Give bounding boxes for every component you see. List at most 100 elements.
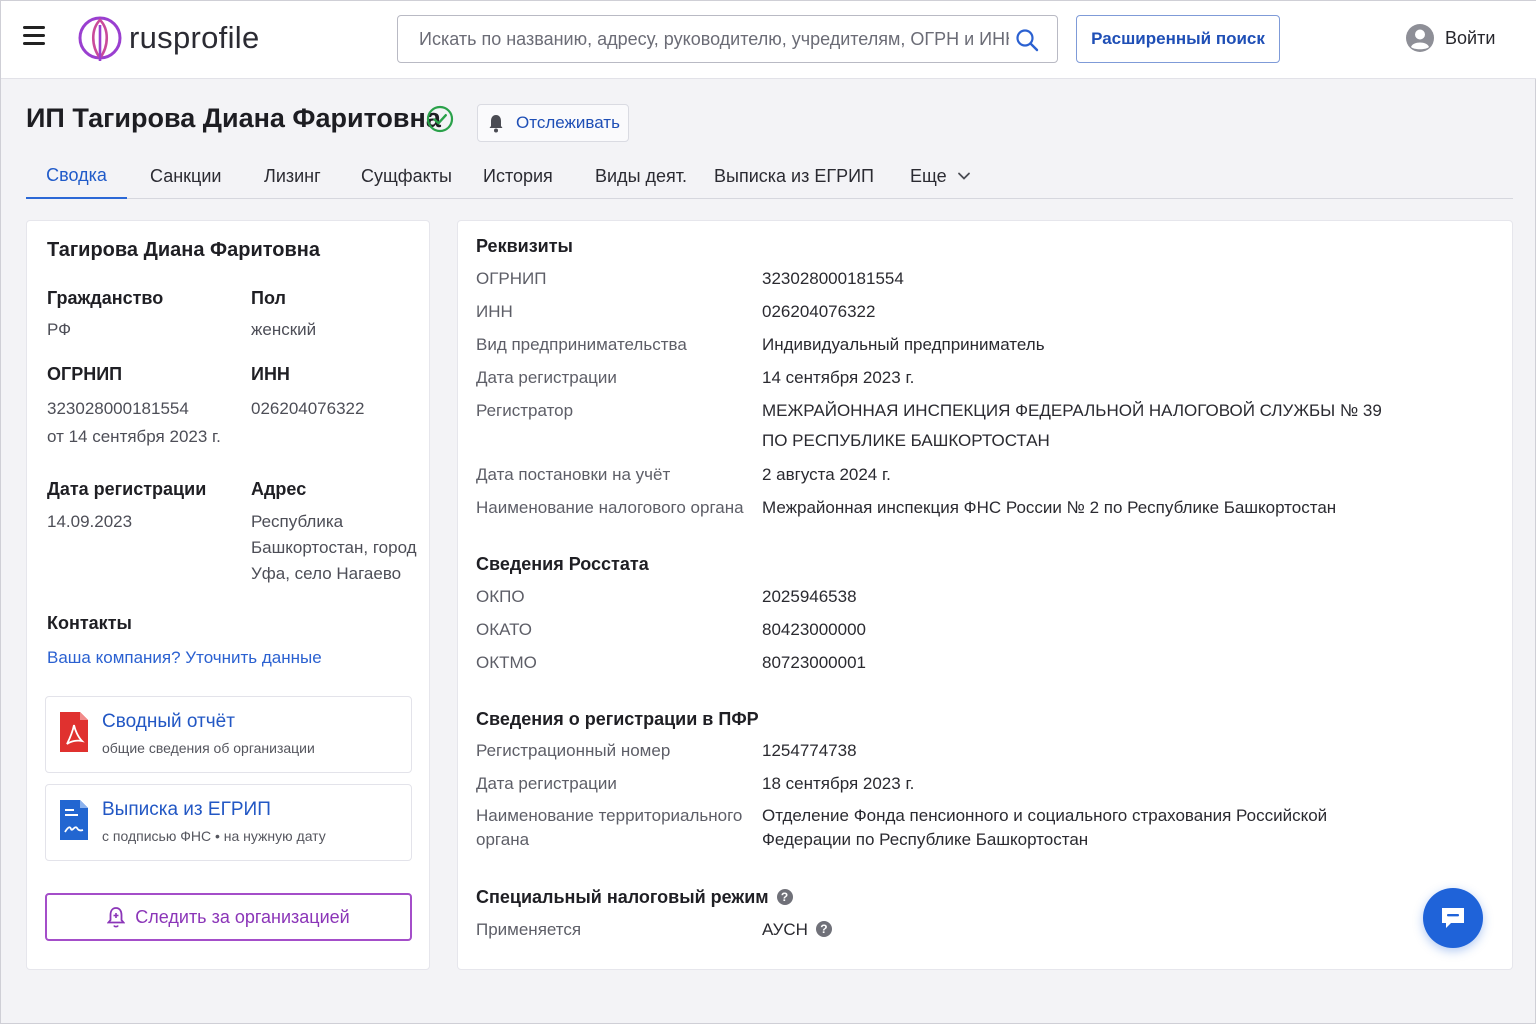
rosstat-value: 2025946538: [762, 587, 857, 606]
reg-date-value: 14.09.2023: [47, 512, 133, 531]
tax-regime-key: Применяется: [476, 920, 582, 939]
follow-organization-button[interactable]: Следить за организацией: [45, 893, 412, 941]
contacts-label: Контакты: [47, 613, 132, 633]
rosstat-key: ОКТМО: [476, 653, 537, 672]
user-avatar-icon: [1406, 24, 1434, 52]
tax-regime-value-row: АУСН?: [762, 920, 832, 940]
login-label: Войти: [1445, 27, 1496, 48]
chevron-down-icon: [957, 172, 970, 180]
rosstat-title: Сведения Росстата: [476, 554, 649, 574]
requisite-key: Дата регистрации: [476, 368, 617, 387]
address-line: Уфа, село Нагаево: [251, 564, 402, 583]
ogrnip-date: от 14 сентября 2023 г.: [47, 427, 221, 446]
gender-value: женский: [251, 320, 317, 339]
reg-date-label: Дата регистрации: [47, 479, 207, 499]
tax-regime-row: Специальный налоговый режим?: [476, 887, 793, 908]
egrip-extract-title: Выписка из ЕГРИП: [102, 799, 271, 820]
requisite-key: Наименование налогового органа: [476, 498, 744, 517]
pfr-key: Наименование территориального: [476, 806, 743, 825]
requisite-value: 026204076322: [762, 302, 876, 321]
address-line: Башкортостан, город: [251, 538, 417, 557]
tab-activities[interactable]: Виды деят.: [595, 153, 687, 199]
requisite-value: ПО РЕСПУБЛИКЕ БАШКОРТОСТАН: [762, 431, 1050, 450]
pfr-value: 1254774738: [762, 741, 857, 760]
rosstat-key: ОКАТО: [476, 620, 532, 639]
page-title: ИП Тагирова Диана Фаритовна: [26, 103, 441, 133]
help-icon[interactable]: ?: [815, 921, 832, 937]
pfr-value: Отделение Фонда пенсионного и социальног…: [762, 806, 1328, 825]
pfr-key: Дата регистрации: [476, 774, 617, 793]
address-label: Адрес: [251, 479, 307, 499]
track-label: Отслеживать: [516, 113, 620, 132]
rosstat-value: 80723000001: [762, 653, 867, 672]
tab-history[interactable]: История: [483, 153, 553, 199]
pdf-file-icon: [60, 712, 88, 752]
inn-value: 026204076322: [251, 399, 365, 418]
logo[interactable]: rusprofile: [77, 13, 260, 63]
details-card: Реквизиты ОГРНИП 323028000181554 ИНН 026…: [457, 220, 1513, 970]
summary-report-subtitle: общие сведения об организации: [102, 740, 315, 756]
bell-plus-icon: [107, 907, 126, 928]
citizenship-label: Гражданство: [47, 288, 164, 308]
requisite-value: МЕЖРАЙОННАЯ ИНСПЕКЦИЯ ФЕДЕРАЛЬНОЙ НАЛОГО…: [762, 401, 1382, 420]
tax-regime-title: Специальный налоговый режим: [476, 887, 769, 907]
ogrnip-label: ОГРНИП: [47, 364, 123, 384]
ogrnip-value: 323028000181554: [47, 399, 189, 418]
address-line: Республика: [251, 512, 344, 531]
chat-button[interactable]: [1423, 888, 1483, 948]
owner-name: Тагирова Диана Фаритовна: [47, 239, 320, 261]
follow-organization-label: Следить за организацией: [135, 906, 350, 927]
search-icon[interactable]: [1015, 28, 1039, 52]
tax-regime-value: АУСН: [762, 920, 808, 939]
gender-label: Пол: [251, 288, 286, 308]
requisite-value: Межрайонная инспекция ФНС России № 2 по …: [762, 498, 1337, 517]
tab-leasing[interactable]: Лизинг: [264, 153, 321, 199]
requisite-key: Регистратор: [476, 401, 574, 420]
inn-label: ИНН: [251, 364, 290, 384]
tab-material-facts[interactable]: Сущфакты: [361, 153, 452, 199]
document-file-icon: [60, 800, 88, 840]
logo-icon: [78, 16, 122, 61]
pfr-key: органа: [476, 830, 530, 849]
requisite-key: Вид предпринимательства: [476, 335, 687, 354]
tab-bar: Сводка Санкции Лизинг Сущфакты История В…: [26, 153, 1513, 199]
requisite-value: Индивидуальный предприниматель: [762, 335, 1045, 354]
summary-report-card[interactable]: Сводный отчёт общие сведения об организа…: [45, 696, 412, 773]
help-icon[interactable]: ?: [776, 889, 793, 905]
rosstat-key: ОКПО: [476, 587, 525, 606]
search-input[interactable]: [419, 28, 1009, 50]
logo-text: rusprofile: [129, 20, 260, 55]
egrip-extract-subtitle: с подписью ФНС • на нужную дату: [102, 828, 326, 844]
citizenship-value: РФ: [47, 320, 72, 339]
tab-sanctions[interactable]: Санкции: [150, 153, 221, 199]
egrip-extract-card[interactable]: Выписка из ЕГРИП с подписью ФНС • на нуж…: [45, 784, 412, 861]
search-box: [397, 15, 1058, 63]
pfr-value: Федерации по Республике Башкортостан: [762, 830, 1089, 849]
advanced-search-button[interactable]: Расширенный поиск: [1076, 15, 1280, 63]
bell-icon: [489, 115, 503, 133]
clarify-data-link[interactable]: Ваша компания? Уточнить данные: [47, 648, 322, 668]
summary-card: Тагирова Диана Фаритовна Гражданство РФ …: [26, 220, 430, 970]
requisite-key: ИНН: [476, 302, 513, 321]
tab-summary[interactable]: Сводка: [26, 153, 127, 199]
requisite-value: 323028000181554: [762, 269, 904, 288]
chat-icon: [1442, 908, 1464, 928]
pfr-title: Сведения о регистрации в ПФР: [476, 709, 759, 729]
verified-check-icon: [426, 105, 454, 133]
requisites-title: Реквизиты: [476, 236, 573, 256]
pfr-key: Регистрационный номер: [476, 741, 671, 760]
top-header: rusprofile Расширенный поиск Войти: [1, 1, 1536, 79]
tab-egrip-extract[interactable]: Выписка из ЕГРИП: [714, 153, 874, 199]
summary-report-title: Сводный отчёт: [102, 711, 235, 732]
requisite-key: Дата постановки на учёт: [476, 465, 671, 484]
tab-more[interactable]: Еще: [910, 153, 971, 199]
requisite-value: 2 августа 2024 г.: [762, 465, 891, 484]
pfr-value: 18 сентября 2023 г.: [762, 774, 915, 793]
requisite-key: ОГРНИП: [476, 269, 547, 288]
login-button[interactable]: Войти: [1405, 23, 1495, 53]
track-button[interactable]: Отслеживать: [477, 104, 629, 142]
requisite-value: 14 сентября 2023 г.: [762, 368, 915, 387]
menu-icon[interactable]: [23, 26, 45, 46]
tab-more-label: Еще: [910, 165, 947, 186]
rosstat-value: 80423000000: [762, 620, 867, 639]
